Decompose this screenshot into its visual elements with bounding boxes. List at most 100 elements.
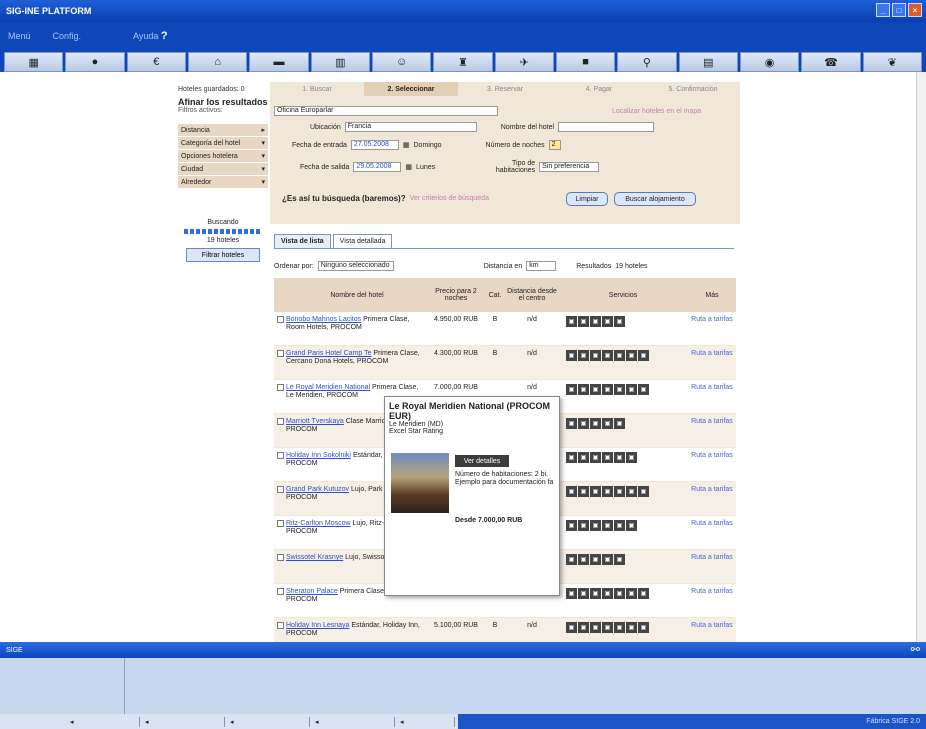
sort-select[interactable]: Ninguno seleccionado bbox=[317, 261, 394, 271]
filter-hotels-button[interactable]: Filtrar hoteles bbox=[186, 248, 260, 262]
map-link[interactable]: Localizar hoteles en el mapa bbox=[612, 108, 701, 115]
world-icon[interactable]: ◉ bbox=[739, 52, 800, 72]
service-icon: ▣ bbox=[578, 418, 589, 429]
more-rates-link[interactable]: Ruta a tarifas bbox=[688, 312, 736, 345]
close-icon[interactable]: × bbox=[908, 3, 922, 17]
filter-distance[interactable]: Distancia ▸ bbox=[178, 124, 268, 137]
folder-icon[interactable]: ■ bbox=[555, 52, 616, 72]
person-icon[interactable]: ☺ bbox=[371, 52, 432, 72]
maximize-icon[interactable]: □ bbox=[892, 3, 906, 17]
plane-icon[interactable]: ✈ bbox=[494, 52, 554, 72]
hotel-link[interactable]: Ritz-Carlton Moscow bbox=[286, 520, 351, 527]
checkin-input[interactable]: 27.05.2008 bbox=[350, 140, 399, 150]
service-icon: ▣ bbox=[590, 418, 601, 429]
location-input[interactable]: Francia bbox=[344, 122, 477, 132]
status-text: SIGE bbox=[6, 646, 23, 654]
hotel-link[interactable]: Sheraton Palace bbox=[286, 588, 338, 595]
menu-item-menu[interactable]: Menú bbox=[8, 31, 31, 41]
step-confirm[interactable]: 5. Confirmación bbox=[646, 82, 740, 96]
more-rates-link[interactable]: Ruta a tarifas bbox=[688, 380, 736, 413]
row-checkbox[interactable] bbox=[276, 588, 284, 595]
filter-city[interactable]: Ciudad ▾ bbox=[178, 163, 268, 176]
calendar-icon[interactable]: ▦ bbox=[405, 163, 412, 171]
filter-options[interactable]: Opciones hotelera ▾ bbox=[178, 150, 268, 163]
chart-icon[interactable]: ▥ bbox=[310, 52, 370, 72]
nights-input[interactable]: 2 bbox=[548, 140, 561, 150]
map-icon[interactable]: ▦ bbox=[4, 52, 64, 72]
link-icon[interactable]: ⚯ bbox=[911, 643, 920, 656]
row-checkbox[interactable] bbox=[276, 520, 284, 527]
service-icon: ▣ bbox=[578, 520, 589, 531]
hotel-link[interactable]: Bonobo Mahnos Lacitos bbox=[286, 316, 361, 323]
menu-item-config[interactable]: Config. bbox=[53, 31, 82, 41]
col-distance[interactable]: Distancia desde el centro bbox=[506, 278, 558, 312]
hotel-link[interactable]: Grand Park Kutuzov bbox=[286, 486, 349, 493]
leaf-icon[interactable]: ❦ bbox=[862, 52, 922, 72]
calendar-icon[interactable]: ▦ bbox=[403, 141, 410, 149]
more-rates-link[interactable]: Ruta a tarifas bbox=[688, 550, 736, 583]
house-icon[interactable]: ⌂ bbox=[187, 52, 248, 72]
step-select[interactable]: 2. Seleccionar bbox=[364, 82, 458, 96]
step-reserve[interactable]: 3. Reservar bbox=[458, 82, 552, 96]
hotel-link[interactable]: Swissotel Krasnye bbox=[286, 554, 343, 561]
taskbar-slot-5[interactable]: ◂ bbox=[400, 717, 455, 727]
search-button[interactable]: Buscar alojamiento bbox=[614, 192, 696, 206]
hotel-link[interactable]: Grand Paris Hotel Camp Te bbox=[286, 350, 371, 357]
more-rates-link[interactable]: Ruta a tarifas bbox=[688, 346, 736, 379]
taskbar-slot-4[interactable]: ◂ bbox=[315, 717, 395, 727]
checkout-input[interactable]: 29.05.2008 bbox=[353, 162, 402, 172]
menu-item-help[interactable]: Ayuda ? bbox=[133, 30, 168, 42]
hotel-icon[interactable]: ♜ bbox=[433, 52, 493, 72]
hotel-link[interactable]: Holiday Inn Lesnaya bbox=[286, 622, 349, 629]
taskbar-slot-2[interactable]: ◂ bbox=[145, 717, 225, 727]
globe-icon[interactable]: ● bbox=[65, 52, 125, 72]
results-count: 19 hoteles bbox=[615, 262, 648, 270]
service-icons: ▣ ▣ ▣ ▣ ▣ ▣ ▣ bbox=[558, 380, 688, 413]
more-rates-link[interactable]: Ruta a tarifas bbox=[688, 414, 736, 447]
filter-nearby[interactable]: Alrededor ▾ bbox=[178, 176, 268, 189]
row-checkbox[interactable] bbox=[276, 452, 284, 459]
taskbar-slot-1[interactable]: ◂ bbox=[70, 717, 140, 727]
car-icon[interactable]: ▬ bbox=[249, 52, 309, 72]
hotel-link[interactable]: Marriott Tverskaya bbox=[286, 418, 344, 425]
col-price[interactable]: Precio para 2 noches bbox=[428, 278, 484, 312]
table-row[interactable]: Bonobo Mahnos Lacitos Primera Clase, Roo… bbox=[274, 312, 736, 346]
table-row[interactable]: Grand Paris Hotel Camp Te Primera Clase,… bbox=[274, 346, 736, 380]
room-type-select[interactable]: Sin preferencia bbox=[539, 162, 600, 172]
row-checkbox[interactable] bbox=[276, 486, 284, 493]
tab-detail-view[interactable]: Vista detallada bbox=[332, 234, 393, 248]
more-rates-link[interactable]: Ruta a tarifas bbox=[688, 448, 736, 481]
destination-select[interactable]: Oficina Europarlar bbox=[274, 106, 498, 116]
step-search[interactable]: 1. Buscar bbox=[270, 82, 364, 96]
col-category[interactable]: Cat. bbox=[484, 278, 506, 312]
search-icon[interactable]: ⚲ bbox=[617, 52, 677, 72]
row-checkbox[interactable] bbox=[276, 316, 284, 323]
criteria-link[interactable]: Ver criterios de búsqueda bbox=[410, 195, 489, 202]
row-checkbox[interactable] bbox=[276, 418, 284, 425]
book-icon[interactable]: ▤ bbox=[678, 52, 738, 72]
distance-unit-select[interactable]: km bbox=[526, 261, 557, 271]
popup-details-button[interactable]: Ver detalles bbox=[455, 455, 509, 467]
hotel-link[interactable]: Le Royal Meridien National bbox=[286, 384, 370, 391]
more-rates-link[interactable]: Ruta a tarifas bbox=[688, 584, 736, 617]
step-pay[interactable]: 4. Pagar bbox=[552, 82, 646, 96]
row-checkbox[interactable] bbox=[276, 622, 284, 629]
col-hotel-name[interactable]: Nombre del hotel bbox=[286, 278, 428, 312]
euro-icon[interactable]: € bbox=[126, 52, 186, 72]
hotel-name-input[interactable] bbox=[558, 122, 655, 132]
more-rates-link[interactable]: Ruta a tarifas bbox=[688, 516, 736, 549]
more-rates-link[interactable]: Ruta a tarifas bbox=[688, 482, 736, 515]
taskbar-slot-3[interactable]: ◂ bbox=[230, 717, 310, 727]
row-checkbox[interactable] bbox=[276, 384, 284, 391]
row-checkbox[interactable] bbox=[276, 350, 284, 357]
service-icon: ▣ bbox=[566, 622, 577, 633]
phone-icon[interactable]: ☎ bbox=[801, 52, 861, 72]
hotel-link[interactable]: Holiday Inn Sokolniki bbox=[286, 452, 351, 459]
filter-category[interactable]: Categoría del hotel ▾ bbox=[178, 137, 268, 150]
tab-list-view[interactable]: Vista de lista bbox=[274, 234, 331, 248]
vertical-scrollbar[interactable] bbox=[916, 72, 926, 642]
refine-title: Afinar los resultados bbox=[178, 97, 268, 107]
row-checkbox[interactable] bbox=[276, 554, 284, 561]
clear-button[interactable]: Limpiar bbox=[566, 192, 608, 206]
minimize-icon[interactable]: _ bbox=[876, 3, 890, 17]
